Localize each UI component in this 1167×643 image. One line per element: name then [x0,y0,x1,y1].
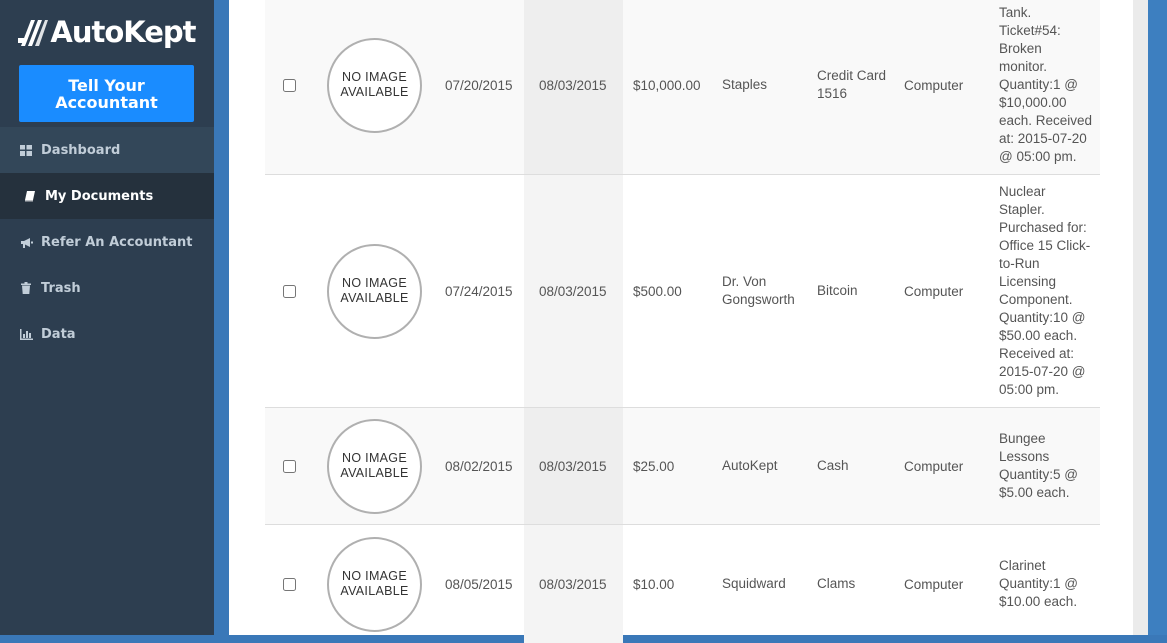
date-cell: 08/02/2015 [445,458,513,474]
uploaded-date-cell: 08/03/2015 [539,576,607,592]
autokept-logo-icon [18,16,49,48]
date-cell: 08/05/2015 [445,576,513,592]
sidebar-item-label: Trash [41,280,81,296]
payment-method-cell: Clams [817,576,856,591]
payment-method-cell: Bitcoin [817,283,858,298]
row-checkbox[interactable] [283,459,296,473]
row-checkbox-cell [283,408,296,524]
no-image-placeholder: NO IMAGE AVAILABLE [327,243,422,339]
amount-cell: $10,000.00 [633,77,701,93]
description-cell: Clarinet Quantity:1 @ $10.00 each. [999,558,1078,609]
row-checkbox[interactable] [283,284,296,298]
table-row[interactable]: NO IMAGE AVAILABLE 08/02/2015 08/03/2015… [265,408,1100,525]
book-icon [23,189,37,203]
amount-cell: $25.00 [633,458,675,474]
receipt-thumbnail[interactable]: NO IMAGE AVAILABLE [327,525,422,643]
app-logo[interactable]: AutoKept [0,0,214,64]
page-background-edge [1148,0,1167,635]
description-cell: Nuclear Stapler. Purchased for: Office 1… [999,184,1091,397]
source-cell: Computer [904,458,964,474]
vendor-cell: Squidward [722,576,786,591]
sidebar-item-label: Data [41,326,76,342]
app-name: AutoKept [50,15,196,49]
sidebar-item-dashboard[interactable]: Dashboard [0,127,214,173]
sidebar-item-my-documents[interactable]: My Documents [0,173,214,219]
receipt-thumbnail[interactable]: NO IMAGE AVAILABLE [327,408,422,524]
tell-your-accountant-button[interactable]: Tell Your Accountant [19,65,194,122]
sidebar-item-label: Dashboard [41,142,121,158]
date-cell: 07/20/2015 [445,77,513,93]
sidebar-item-data[interactable]: Data [0,311,214,357]
row-checkbox[interactable] [283,78,296,92]
row-checkbox-cell [283,525,296,643]
sidebar-item-label: My Documents [45,188,154,204]
uploaded-date-cell: 08/03/2015 [539,77,607,93]
vendor-cell: Staples [722,77,768,92]
megaphone-icon [19,235,33,249]
grid-icon [19,143,33,157]
description-cell: Bungee Lessons Quantity:5 @ $5.00 each. [999,431,1078,500]
table-row[interactable]: NO IMAGE AVAILABLE 08/05/2015 08/03/2015… [265,525,1100,643]
table-row[interactable]: NO IMAGE AVAILABLE 07/24/2015 08/03/2015… [265,175,1100,408]
sidebar-nav: Dashboard My Documents Refer An Accounta… [0,127,214,357]
row-checkbox-cell [283,175,296,407]
date-cell: 07/24/2015 [445,283,513,299]
description-cell: Tank. Ticket#54: Broken monitor. Quantit… [999,5,1093,164]
sidebar: AutoKept Tell Your Accountant Dashboard … [0,0,214,635]
uploaded-date-cell: 08/03/2015 [539,283,607,299]
sidebar-item-label: Refer An Accountant [41,234,193,250]
payment-method-cell: Credit Card 1516 [817,68,887,101]
bar-chart-icon [19,327,33,341]
scrollbar[interactable] [1133,0,1148,635]
amount-cell: $10.00 [633,576,675,592]
no-image-placeholder: NO IMAGE AVAILABLE [327,536,422,632]
row-checkbox-cell [283,0,296,174]
row-checkbox[interactable] [283,577,296,591]
no-image-placeholder: NO IMAGE AVAILABLE [327,37,422,133]
receipt-thumbnail[interactable]: NO IMAGE AVAILABLE [327,0,422,174]
trash-icon [19,281,33,295]
sidebar-item-refer-an-accountant[interactable]: Refer An Accountant [0,219,214,265]
vendor-cell: Dr. Von Gongsworth [722,274,795,307]
source-cell: Computer [904,77,964,93]
uploaded-date-cell: 08/03/2015 [539,458,607,474]
table-row[interactable]: NO IMAGE AVAILABLE 07/20/2015 08/03/2015… [265,0,1100,175]
sidebar-item-trash[interactable]: Trash [0,265,214,311]
amount-cell: $500.00 [633,283,682,299]
source-cell: Computer [904,576,964,592]
payment-method-cell: Cash [817,458,849,473]
source-cell: Computer [904,283,964,299]
vendor-cell: AutoKept [722,458,778,473]
receipt-thumbnail[interactable]: NO IMAGE AVAILABLE [327,175,422,407]
no-image-placeholder: NO IMAGE AVAILABLE [327,418,422,514]
